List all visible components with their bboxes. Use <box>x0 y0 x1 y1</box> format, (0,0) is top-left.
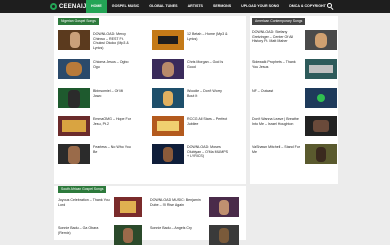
site-logo[interactable]: CEENAIJA <box>50 2 91 11</box>
post-title[interactable]: DOWNLOAD: Stefany Gretzinger – Center Of… <box>252 30 302 44</box>
main-menu: HOME GOSPEL MUSIC GLOBAL TUNES ARTISTS S… <box>86 0 331 13</box>
nav-home[interactable]: HOME <box>86 0 107 13</box>
nigerian-gospel-panel: Nigerian Gospel Songs DOWNLOAD: Mercy Ch… <box>54 16 246 184</box>
nav-dmca-copyright[interactable]: DMCA & COPYRIGHT <box>284 0 331 13</box>
post-title[interactable]: DOWNLOAD: Mercy Chinwo – REST Ft. Chukwi… <box>93 32 131 50</box>
thumbnail[interactable] <box>152 144 184 164</box>
post-title[interactable]: NF – Outcast <box>252 89 302 94</box>
thumbnail[interactable] <box>152 30 184 50</box>
american-contemporary-panel: American Contemporary Songs DOWNLOAD: St… <box>250 16 338 184</box>
thumbnail[interactable] <box>114 225 142 245</box>
thumbnail[interactable] <box>305 59 337 79</box>
post-title[interactable]: EmmaOMG – Hope For Jesu, Pt.2 <box>93 117 131 126</box>
nav-upload-your-song[interactable]: UPLOAD YOUR SONG <box>236 0 284 13</box>
thumbnail[interactable] <box>114 197 142 217</box>
nav-gospel-music[interactable]: GOSPEL MUSIC <box>107 0 145 13</box>
post-title[interactable]: Woodie – Don't Worry Bout It <box>187 89 229 98</box>
thumbnail[interactable] <box>152 88 184 108</box>
post-title[interactable]: Chioma Jesus – Ogbo Ogu <box>93 60 131 69</box>
thumbnail[interactable] <box>209 225 239 245</box>
section-label-south-african: South African Gospel Songs <box>58 186 107 193</box>
thumbnail[interactable] <box>305 116 337 136</box>
thumbnail[interactable] <box>209 197 239 217</box>
nav-global-tunes[interactable]: GLOBAL TUNES <box>144 0 182 13</box>
thumbnail[interactable] <box>58 144 90 164</box>
post-title[interactable]: Chris Morgan – God Is Good <box>187 60 229 69</box>
south-african-gospel-panel: South African Gospel Songs Joyous Celebr… <box>54 186 246 245</box>
section-label-nigerian: Nigerian Gospel Songs <box>58 18 99 25</box>
post-title[interactable]: Joyous Celebration – Thank You Lord <box>58 198 110 207</box>
thumbnail[interactable] <box>305 88 337 108</box>
post-title[interactable]: Sidewalk Prophets – Thank You Jesus <box>252 60 302 69</box>
post-title[interactable]: VaShawn Mitchell – Stand For Me <box>252 145 302 154</box>
post-title[interactable]: RCCG All Stars – Perfect Jubilee <box>187 117 229 126</box>
post-title[interactable]: Sonnie Badu – Ga Obara (Remix) <box>58 226 110 235</box>
nav-artists[interactable]: ARTISTS <box>183 0 208 13</box>
thumbnail[interactable] <box>152 116 184 136</box>
thumbnail[interactable] <box>305 30 337 50</box>
thumbnail[interactable] <box>58 59 90 79</box>
post-title[interactable]: DOWNLOAD: Moses Olubiyan – O'Ma MUMPS + … <box>187 145 229 159</box>
thumbnail[interactable] <box>305 144 337 164</box>
post-title[interactable]: 12 Betah – Home (Mp3 & Lyrics) <box>187 32 229 41</box>
post-title[interactable]: DOWNLOAD MUSIC: Benjamin Dube – I'll Ris… <box>150 198 204 207</box>
top-navigation: CEENAIJA HOME GOSPEL MUSIC GLOBAL TUNES … <box>0 0 390 13</box>
logo-mark-icon <box>50 3 57 10</box>
section-label-american: American Contemporary Songs <box>252 18 306 25</box>
post-title[interactable]: Fearless – No Who You Be <box>93 145 131 154</box>
post-title[interactable]: Bbinsomiel – Of Mi Jowo <box>93 89 131 98</box>
thumbnail[interactable] <box>58 116 90 136</box>
nav-sermons[interactable]: SERMONS <box>208 0 236 13</box>
search-icon[interactable] <box>327 3 334 10</box>
thumbnail[interactable] <box>58 30 90 50</box>
post-title[interactable]: Sonnie Badu – Angels Cry <box>150 226 204 231</box>
thumbnail[interactable] <box>58 88 90 108</box>
thumbnail[interactable] <box>152 59 184 79</box>
post-title[interactable]: Don't Wanna Leave | Breathe Into Me – Is… <box>252 117 302 126</box>
